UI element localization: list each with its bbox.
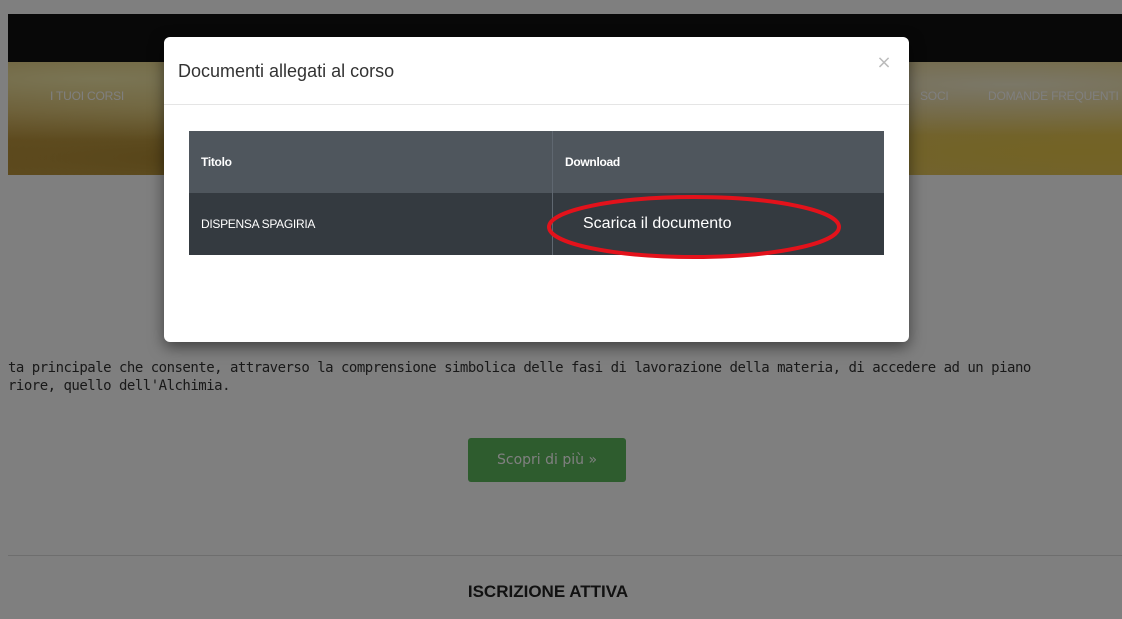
close-icon[interactable]: × xyxy=(874,53,894,73)
red-highlight-annotation xyxy=(547,195,841,259)
modal-header: Documenti allegati al corso × xyxy=(164,37,909,105)
documents-modal: Documenti allegati al corso × Titolo Dow… xyxy=(164,37,909,342)
column-header-titolo: Titolo xyxy=(201,155,232,169)
column-header-download: Download xyxy=(552,131,884,193)
table-header-row: Titolo Download xyxy=(189,131,884,193)
modal-title: Documenti allegati al corso xyxy=(178,61,395,81)
document-title-cell: DISPENSA SPAGIRIA xyxy=(201,217,316,231)
